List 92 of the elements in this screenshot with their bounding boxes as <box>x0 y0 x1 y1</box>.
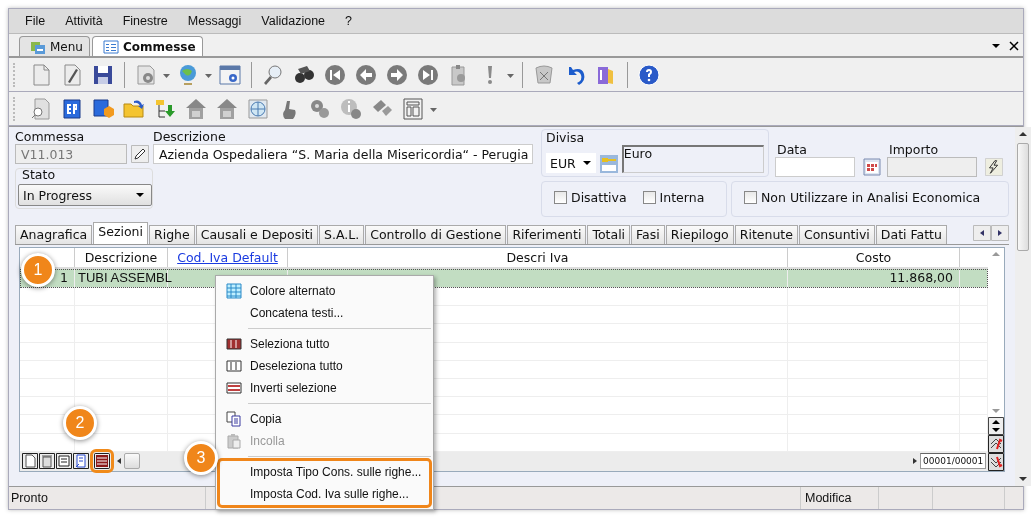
calendar-icon[interactable] <box>863 158 881 176</box>
section-tab[interactable]: Sezioni <box>93 222 148 244</box>
house-icon[interactable] <box>215 96 239 121</box>
field-label: Stato <box>22 167 57 182</box>
delete-row-icon[interactable] <box>39 453 55 470</box>
field-label: Commessa <box>15 129 86 144</box>
scroll-right-icon[interactable] <box>991 225 1009 241</box>
edit-list-icon[interactable] <box>73 453 89 470</box>
table-cell: 11.868,00 <box>788 269 960 287</box>
ep-document-icon[interactable] <box>60 96 84 121</box>
section-tab[interactable]: Riepilogo <box>665 225 734 244</box>
form-icon[interactable] <box>56 453 72 470</box>
menu-item[interactable]: ? <box>335 14 362 28</box>
spinner-icon[interactable] <box>988 417 1004 435</box>
menu-item[interactable]: Concatena testi... <box>220 302 429 324</box>
section-tab[interactable]: Controllo di Gestione <box>365 225 507 244</box>
caret-icon <box>135 190 145 200</box>
field-label: Importo <box>889 142 940 157</box>
checkbox[interactable]: Disattiva <box>546 182 635 213</box>
cancel-icon[interactable] <box>532 62 556 87</box>
checkbox[interactable]: Interna <box>634 182 713 213</box>
deselect-all-icon <box>226 358 242 374</box>
grid-icon <box>226 283 242 299</box>
menu-item[interactable]: Imposta Cod. Iva sulle righe... <box>220 483 429 505</box>
vertical-scrollbar[interactable] <box>1015 127 1031 486</box>
sort-down-icon[interactable] <box>988 453 1004 471</box>
menu-item[interactable]: Attività <box>55 14 113 28</box>
column-header: Costo <box>788 248 960 267</box>
column-header-link[interactable]: Cod. Iva Default <box>168 248 288 267</box>
search-icon[interactable] <box>261 62 285 87</box>
first-record-icon[interactable] <box>323 62 347 87</box>
status-text: Pronto <box>9 487 206 509</box>
menu-item[interactable]: Deseleziona tutto <box>220 355 429 377</box>
status-text: Modifica <box>801 487 879 509</box>
caret-icon <box>581 158 592 168</box>
invert-selection-icon <box>226 380 242 396</box>
document-search-icon[interactable] <box>29 96 53 121</box>
layout-icon[interactable] <box>401 96 425 121</box>
section-tab[interactable]: Anagrafica <box>15 225 93 244</box>
select-all-icon <box>226 336 242 352</box>
column-header: Descrizione <box>75 248 168 267</box>
menu-item[interactable]: Seleziona tutto <box>220 333 429 355</box>
record-counter: 00001/00001 <box>920 453 986 470</box>
section-tab[interactable]: Fasi <box>631 225 665 244</box>
commessa-field[interactable]: V11.013 <box>15 144 127 164</box>
edit-pencil-icon[interactable] <box>131 145 149 163</box>
menu-item[interactable]: File <box>15 14 56 28</box>
form-window-icon <box>102 38 119 55</box>
section-tab[interactable]: Dati Fattu <box>875 225 947 244</box>
field-label: Data <box>777 142 808 157</box>
field-label: Divisa <box>546 130 586 145</box>
menu-item[interactable]: Inverti selezione <box>220 377 429 399</box>
menu-item[interactable]: Copia <box>220 408 429 430</box>
descrizione-field[interactable]: Azienda Ospedaliera “S. Maria della Misericordia“ - Perugia <box>153 144 533 164</box>
menu-item[interactable]: Messaggi <box>177 14 252 28</box>
house-icon[interactable] <box>184 96 208 121</box>
section-tab[interactable]: Totali <box>587 225 631 244</box>
document-tab[interactable]: Menu <box>19 36 90 56</box>
section-tab[interactable]: Causali e Depositi <box>195 225 319 244</box>
help-icon[interactable] <box>637 62 661 87</box>
copy-icon <box>226 411 242 427</box>
ep-package-icon[interactable] <box>91 96 115 121</box>
column-header: Descri Iva <box>288 248 788 267</box>
document-gear-icon[interactable] <box>134 62 158 87</box>
window-gear-icon[interactable] <box>218 62 242 87</box>
importo-field[interactable] <box>887 157 977 177</box>
close-icon[interactable] <box>1008 40 1020 52</box>
currency-name-field: Euro <box>621 145 764 173</box>
currency-dropdown[interactable]: EUR <box>546 153 596 173</box>
compass-icon[interactable] <box>246 96 270 121</box>
section-tab[interactable]: Consuntivi <box>798 225 875 244</box>
stato-dropdown[interactable]: In Progress <box>18 184 152 206</box>
new-row-icon[interactable] <box>22 453 38 470</box>
scrollbar-thumb[interactable] <box>1017 143 1029 251</box>
next-record-icon[interactable] <box>385 62 409 87</box>
menu-item[interactable]: Imposta Tipo Cons. sulle righe... <box>220 461 429 483</box>
menu-item[interactable]: Finestre <box>112 14 178 28</box>
date-field[interactable] <box>775 157 855 177</box>
scroll-left-icon[interactable] <box>973 225 991 241</box>
field-label: Descrizione <box>153 129 227 144</box>
previous-record-icon[interactable] <box>354 62 378 87</box>
paste-icon <box>226 433 242 449</box>
info-gear-icon[interactable] <box>339 96 363 121</box>
section-tab[interactable]: S.A.L. <box>319 225 365 244</box>
last-record-icon[interactable] <box>416 62 440 87</box>
section-tab[interactable]: Righe <box>149 225 195 244</box>
menu-item[interactable]: Validazione <box>251 14 336 28</box>
section-tab[interactable]: Riferimenti <box>507 225 587 244</box>
document-tab[interactable]: Commesse <box>91 36 203 56</box>
lightning-icon[interactable] <box>985 158 1003 176</box>
section-tab[interactable]: Ritenute <box>734 225 798 244</box>
sort-up-icon[interactable] <box>988 435 1004 453</box>
